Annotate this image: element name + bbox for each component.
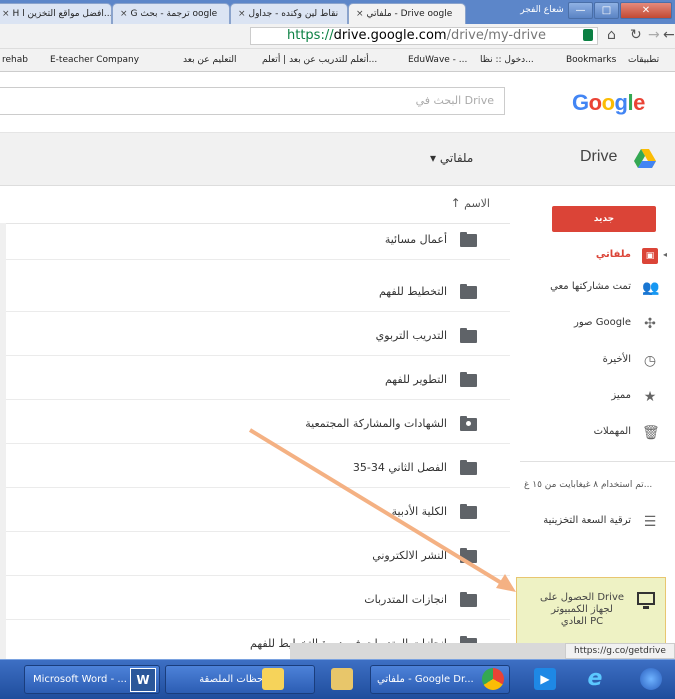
bookmark-login[interactable]: دخول :: نظا... bbox=[480, 49, 534, 71]
nav-my-drive[interactable]: ▣ ملفاتي bbox=[510, 242, 675, 270]
folder-icon bbox=[460, 460, 477, 475]
bookmark-apps[interactable]: تطبيقات bbox=[628, 49, 659, 71]
star-icon: ★ bbox=[643, 389, 657, 405]
get-drive-for-pc-banner[interactable]: الحصول على Drive لجهاز الكمبيوتر العادي … bbox=[516, 577, 666, 652]
photos-icon: ✣ bbox=[644, 316, 656, 332]
folder-icon bbox=[460, 504, 477, 519]
close-window-button[interactable]: ✕ bbox=[620, 2, 672, 19]
storage-usage-text: تم استخدام ٨ غيغابايت من ١٥ غ... bbox=[524, 480, 653, 490]
word-icon: W bbox=[130, 668, 156, 692]
drive-header: Drive ▾ ملفاتي bbox=[0, 133, 675, 186]
home-icon[interactable]: ⌂ bbox=[607, 27, 616, 43]
folder-icon bbox=[460, 328, 477, 343]
windows-taskbar: Microsoft Word - ... W الملاحظات الملصقة… bbox=[0, 659, 675, 699]
monitor-icon bbox=[637, 592, 655, 609]
bookmarks-bar: تطبيقات Bookmarks دخول :: نظا... EduWave… bbox=[0, 49, 675, 72]
taskbar-sticky-notes[interactable]: الملاحظات الملصقة bbox=[165, 665, 315, 694]
media-player-icon[interactable]: ▶ bbox=[534, 668, 556, 690]
bookmark-eduwave[interactable]: EduWave - ... bbox=[408, 49, 467, 71]
file-row[interactable]: التدريب التربوي bbox=[0, 319, 510, 356]
sort-up-icon: ↑ bbox=[450, 196, 461, 210]
nav-recent[interactable]: ◷ الأخيرة bbox=[510, 347, 675, 375]
drive-search-input[interactable]: البحث في Drive bbox=[0, 87, 505, 115]
folder-icon bbox=[460, 548, 477, 563]
reload-icon[interactable]: ↻ bbox=[630, 27, 642, 43]
nav-shared-with-me[interactable]: 👥 تمت مشاركتها معي bbox=[510, 274, 675, 302]
file-row[interactable]: أعمال مسائية bbox=[0, 223, 510, 260]
nav-starred[interactable]: ★ مميز bbox=[510, 383, 675, 411]
tab-drive[interactable]: × ملفاتي - Drive oogle bbox=[348, 3, 466, 24]
trash-icon: 🗑 bbox=[642, 425, 660, 441]
bookmark-bookmarks[interactable]: Bookmarks bbox=[566, 49, 616, 71]
address-bar-row: https://drive.google.com/drive/my-drive … bbox=[0, 24, 675, 49]
google-header: البحث في Drive Google bbox=[0, 72, 675, 133]
browser-tab-strip: × H افضل مواقع التخزين ا... × G ترجمة - بح… bbox=[0, 0, 675, 24]
bookmark-eteacher[interactable]: E-teacher Company bbox=[50, 49, 139, 71]
bookmark-atalam[interactable]: أتعلم للتدريب عن بعد | أتعلم... bbox=[262, 49, 377, 71]
tab-storage-sites[interactable]: × H افضل مواقع التخزين ا... bbox=[0, 3, 112, 24]
folder-icon bbox=[460, 232, 477, 247]
url-field[interactable]: https://drive.google.com/drive/my-drive bbox=[250, 27, 598, 45]
chrome-icon bbox=[482, 668, 504, 690]
status-strip bbox=[290, 643, 565, 659]
tab-translate[interactable]: × G ترجمة - بحث oogle bbox=[112, 3, 230, 24]
nav-google-photos[interactable]: ✣ صور Google bbox=[510, 310, 675, 338]
clock-icon: ◷ bbox=[643, 353, 657, 369]
google-logo[interactable]: Google bbox=[572, 90, 645, 116]
internet-explorer-icon[interactable]: e bbox=[584, 668, 606, 690]
folder-icon bbox=[460, 284, 477, 299]
scrollbar[interactable] bbox=[0, 223, 6, 663]
dropdown-arrow-icon: ▾ bbox=[430, 151, 437, 165]
start-orb-icon[interactable] bbox=[640, 668, 662, 690]
file-row[interactable]: الفصل الثاني 34-35 bbox=[0, 451, 510, 488]
name-column-header[interactable]: ↑ الاسم bbox=[451, 196, 490, 210]
folder-icon bbox=[460, 592, 477, 607]
file-list-header: ↑ الاسم bbox=[0, 186, 510, 224]
file-row[interactable]: التخطيط للفهم bbox=[0, 275, 510, 312]
sticky-notes-icon bbox=[262, 668, 284, 690]
file-row[interactable]: التطوير للفهم bbox=[0, 363, 510, 400]
drive-sidebar: جديد ◂ ▣ ملفاتي 👥 تمت مشاركتها معي ✣ صور Go… bbox=[510, 186, 675, 656]
file-row[interactable]: انجازات المتدربات bbox=[0, 583, 510, 620]
bookmark-distance-learning[interactable]: التعليم عن بعد bbox=[183, 49, 237, 71]
people-icon: 👥 bbox=[642, 280, 660, 296]
window-title: شعاع الفجر bbox=[520, 5, 564, 15]
shared-folder-icon bbox=[460, 416, 477, 431]
lock-icon bbox=[583, 29, 593, 41]
file-row[interactable]: النشر الالكتروني bbox=[0, 539, 510, 576]
upgrade-storage-link[interactable]: ☰ ترقية السعة التخزينية bbox=[510, 508, 675, 536]
file-row[interactable]: الشهادات والمشاركة المجتمعية bbox=[0, 407, 510, 444]
nav-trash[interactable]: 🗑 المهملات bbox=[510, 419, 675, 447]
minimize-button[interactable]: — bbox=[568, 2, 593, 19]
new-button[interactable]: جديد bbox=[552, 206, 656, 232]
bookmark-rehab[interactable]: rehab bbox=[2, 49, 28, 71]
storage-icon: ☰ bbox=[643, 514, 657, 530]
folder-icon bbox=[460, 372, 477, 387]
folder-icon: ▣ bbox=[642, 248, 658, 264]
drive-title: Drive bbox=[580, 148, 618, 165]
divider bbox=[520, 461, 675, 462]
back-icon[interactable]: ← bbox=[663, 27, 675, 43]
maximize-button[interactable]: □ bbox=[594, 2, 619, 19]
forward-icon[interactable]: → bbox=[648, 27, 660, 43]
my-drive-dropdown[interactable]: ▾ ملفاتي bbox=[430, 151, 473, 165]
file-explorer-icon[interactable] bbox=[331, 668, 353, 690]
tab-sheets[interactable]: × نقاط لين وكنده - جداول bbox=[230, 3, 348, 24]
drive-logo-icon bbox=[634, 149, 656, 168]
status-url: https://g.co/getdrive bbox=[565, 643, 675, 659]
file-row[interactable]: الكلية الأدبية bbox=[0, 495, 510, 532]
